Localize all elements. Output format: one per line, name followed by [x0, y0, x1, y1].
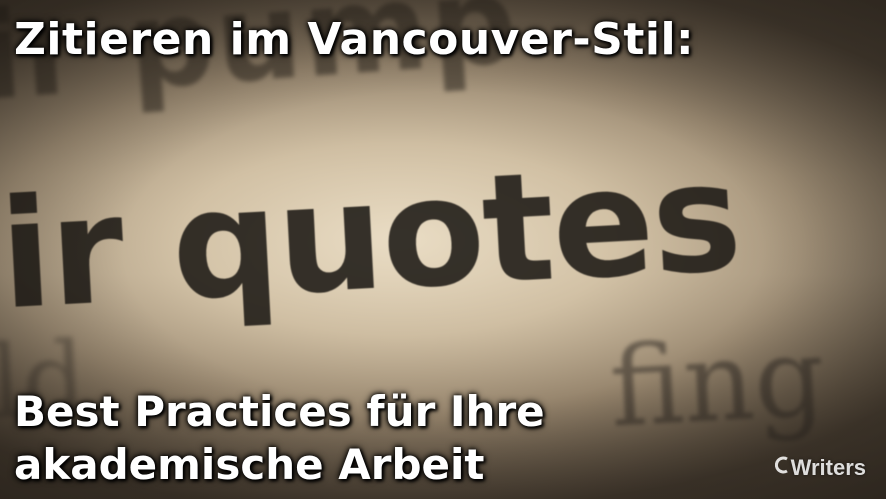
- photo-text-main: ir quotes: [0, 130, 744, 344]
- banner-subtitle-line-2: akademische Arbeit: [14, 440, 485, 489]
- writers-logo-icon: [774, 455, 789, 481]
- writers-logo: Writers: [774, 455, 866, 481]
- hero-banner: ir pump ir quotes ld fing Zitieren im Va…: [0, 0, 886, 499]
- writers-logo-text: Writers: [790, 455, 866, 480]
- banner-subtitle-line-1: Best Practices für Ihre: [14, 387, 545, 436]
- banner-title: Zitieren im Vancouver-Stil:: [14, 14, 695, 65]
- photo-text-bottom-right: fing: [606, 312, 828, 452]
